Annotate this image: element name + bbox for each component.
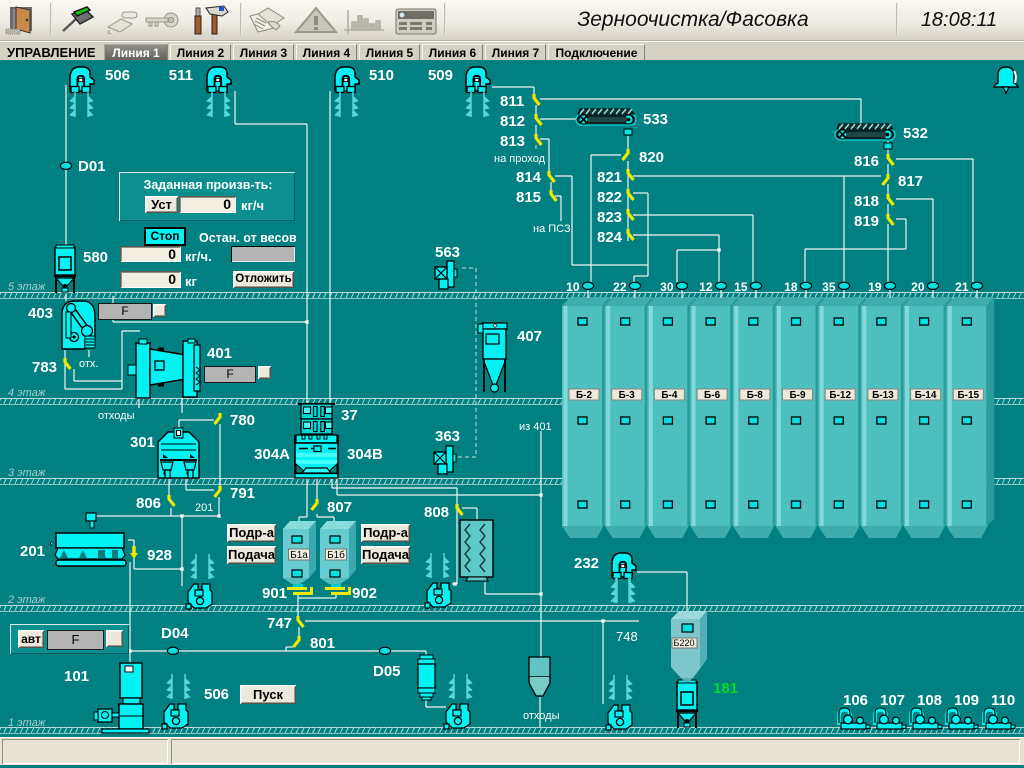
- svg-text:510: 510: [369, 67, 394, 84]
- svg-text:363: 363: [435, 428, 460, 445]
- svg-text:3 этаж: 3 этаж: [8, 467, 46, 479]
- svg-text:Б-2: Б-2: [576, 390, 593, 401]
- svg-text:109: 109: [954, 692, 979, 709]
- svg-text:811: 811: [500, 93, 524, 110]
- svg-text:806: 806: [136, 495, 161, 512]
- svg-text:532: 532: [903, 125, 928, 142]
- svg-text:801: 801: [310, 635, 335, 652]
- svg-text:5 этаж: 5 этаж: [8, 281, 46, 293]
- svg-text:12: 12: [699, 280, 713, 294]
- svg-text:819: 819: [854, 213, 879, 230]
- svg-text:301: 301: [130, 434, 155, 451]
- svg-text:Б-8: Б-8: [747, 390, 764, 401]
- svg-text:403: 403: [28, 305, 53, 322]
- svg-text:30: 30: [660, 280, 674, 294]
- svg-text:Б-9: Б-9: [789, 390, 806, 401]
- svg-text:580: 580: [83, 249, 108, 266]
- svg-text:37: 37: [341, 407, 358, 424]
- svg-text:304В: 304В: [347, 446, 383, 463]
- svg-text:812: 812: [500, 113, 525, 130]
- svg-text:201: 201: [195, 502, 213, 514]
- svg-text:Б-13: Б-13: [872, 390, 894, 401]
- svg-text:808: 808: [424, 504, 449, 521]
- svg-text:813: 813: [500, 133, 525, 150]
- svg-text:Б-14: Б-14: [915, 390, 937, 401]
- svg-text:822: 822: [597, 189, 622, 206]
- svg-text:563: 563: [435, 244, 460, 261]
- svg-text:506: 506: [105, 67, 130, 84]
- svg-text:Б-15: Б-15: [957, 390, 979, 401]
- svg-text:902: 902: [352, 585, 377, 602]
- svg-text:509: 509: [428, 67, 453, 84]
- svg-text:818: 818: [854, 193, 879, 210]
- svg-text:791: 791: [230, 485, 255, 502]
- svg-text:D05: D05: [373, 663, 401, 680]
- svg-text:747: 747: [267, 615, 292, 632]
- svg-text:108: 108: [917, 692, 942, 709]
- svg-text:748: 748: [616, 629, 638, 644]
- svg-text:511: 511: [169, 67, 193, 84]
- svg-text:824: 824: [597, 229, 623, 246]
- svg-text:Б-3: Б-3: [619, 390, 636, 401]
- svg-text:на ПСЗ: на ПСЗ: [533, 223, 571, 235]
- svg-text:Б-6: Б-6: [704, 390, 721, 401]
- svg-text:407: 407: [517, 328, 542, 345]
- svg-text:821: 821: [597, 169, 622, 186]
- svg-text:533: 533: [643, 111, 668, 128]
- svg-text:823: 823: [597, 209, 622, 226]
- svg-text:18: 18: [784, 280, 798, 294]
- svg-text:Б1а: Б1а: [290, 550, 308, 561]
- svg-text:181: 181: [713, 680, 738, 697]
- svg-text:814: 814: [516, 169, 542, 186]
- svg-text:1 этаж: 1 этаж: [8, 717, 46, 729]
- svg-text:780: 780: [230, 412, 255, 429]
- svg-text:232: 232: [574, 555, 599, 572]
- svg-text:110: 110: [991, 692, 1015, 709]
- svg-text:816: 816: [854, 153, 879, 170]
- svg-text:Б1б: Б1б: [327, 549, 345, 561]
- svg-text:отх.: отх.: [79, 358, 98, 370]
- svg-text:на проход: на проход: [494, 153, 546, 165]
- svg-text:D01: D01: [78, 158, 106, 175]
- svg-text:401: 401: [207, 345, 232, 362]
- svg-text:22: 22: [613, 280, 627, 294]
- svg-text:817: 817: [898, 173, 923, 190]
- svg-text:107: 107: [880, 692, 905, 709]
- svg-text:10: 10: [566, 280, 580, 294]
- svg-text:807: 807: [327, 499, 352, 516]
- svg-text:35: 35: [822, 280, 836, 294]
- svg-text:Б-4: Б-4: [661, 390, 678, 401]
- svg-text:101: 101: [64, 668, 89, 685]
- svg-text:901: 901: [262, 585, 287, 602]
- svg-text:783: 783: [32, 359, 57, 376]
- svg-text:отходы: отходы: [98, 410, 135, 422]
- svg-text:20: 20: [911, 280, 925, 294]
- svg-text:15: 15: [734, 280, 748, 294]
- svg-text:201: 201: [20, 543, 45, 560]
- svg-text:Б-12: Б-12: [829, 390, 851, 401]
- svg-text:820: 820: [639, 149, 664, 166]
- svg-text:Б220: Б220: [674, 638, 695, 648]
- svg-text:928: 928: [147, 547, 172, 564]
- svg-text:21: 21: [955, 280, 969, 294]
- svg-text:D04: D04: [161, 625, 189, 642]
- svg-text:2 этаж: 2 этаж: [7, 594, 46, 606]
- svg-text:815: 815: [516, 189, 541, 206]
- svg-text:отходы: отходы: [523, 710, 560, 722]
- svg-text:из 401: из 401: [519, 421, 552, 433]
- svg-text:106: 106: [843, 692, 868, 709]
- svg-text:4 этаж: 4 этаж: [8, 387, 46, 399]
- svg-text:506: 506: [204, 686, 229, 703]
- svg-text:304А: 304А: [254, 446, 290, 463]
- svg-text:19: 19: [868, 280, 882, 294]
